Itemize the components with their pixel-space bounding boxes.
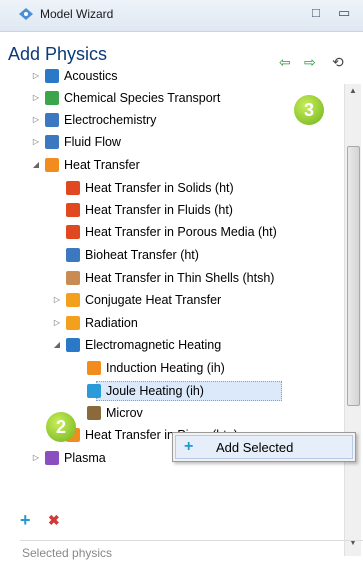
physics-icon <box>66 293 80 307</box>
add-selected-menu-item[interactable]: + Add Selected <box>175 435 353 459</box>
tree-item-label: Heat Transfer in Fluids (ht) <box>85 203 233 217</box>
expander-icon[interactable]: ◢ <box>52 335 62 355</box>
tree-item-3[interactable]: ▷ Fluid Flow <box>0 132 344 152</box>
tree-item-8[interactable]: Bioheat Transfer (ht) <box>0 245 344 265</box>
window-title: Model Wizard <box>40 7 114 21</box>
tree-item-4[interactable]: ◢ Heat Transfer <box>0 155 344 175</box>
tree-item-label: Radiation <box>85 316 138 330</box>
tree-item-11[interactable]: ▷ Radiation <box>0 313 344 333</box>
physics-icon <box>45 135 59 149</box>
tree-item-0[interactable]: ▷ Acoustics <box>0 66 344 86</box>
add-physics-icon[interactable]: + <box>20 510 31 531</box>
expander-icon[interactable]: ◢ <box>31 155 41 175</box>
tree-item-label: Electrochemistry <box>64 113 157 127</box>
tree-item-label: Induction Heating (ih) <box>106 361 225 375</box>
model-wizard-icon <box>19 8 33 20</box>
remove-physics-icon[interactable]: ✖ <box>48 512 60 529</box>
physics-icon <box>45 158 59 172</box>
tree-item-14[interactable]: Joule Heating (ih) <box>0 381 344 401</box>
title-bar: Model Wizard □ ▭ <box>0 0 363 32</box>
physics-icon <box>45 69 59 83</box>
tree-item-label: Chemical Species Transport <box>64 91 221 105</box>
expander-icon[interactable]: ▷ <box>52 290 62 310</box>
minimize-button[interactable]: ▭ <box>338 5 350 21</box>
tree-item-1[interactable]: ▷ Chemical Species Transport <box>0 88 344 108</box>
physics-icon <box>66 316 80 330</box>
step-badge-2: 2 <box>46 412 76 442</box>
expander-icon[interactable]: ▷ <box>31 88 41 108</box>
expander-icon[interactable]: ▷ <box>31 66 41 86</box>
physics-icon <box>45 113 59 127</box>
tree-item-label: Joule Heating (ih) <box>106 384 204 398</box>
physics-icon <box>66 181 80 195</box>
physics-icon <box>66 225 80 239</box>
tree-item-label: Heat Transfer in Porous Media (ht) <box>85 225 277 239</box>
scroll-up-icon[interactable]: ▲ <box>349 86 357 95</box>
tree-item-label: Heat Transfer <box>64 158 140 172</box>
tree-item-label: Heat Transfer in Thin Shells (htsh) <box>85 271 275 285</box>
physics-icon <box>87 406 101 420</box>
tree-item-label: Bioheat Transfer (ht) <box>85 248 199 262</box>
selected-physics-label: Selected physics <box>22 546 113 560</box>
physics-icon <box>45 91 59 105</box>
expander-icon[interactable]: ▷ <box>52 313 62 333</box>
tree-item-10[interactable]: ▷ Conjugate Heat Transfer <box>0 290 344 310</box>
tree-item-2[interactable]: ▷ Electrochemistry <box>0 110 344 130</box>
context-menu: + Add Selected <box>172 432 356 462</box>
tree-item-label: Electromagnetic Heating <box>85 338 222 352</box>
expander-icon[interactable]: ▷ <box>31 132 41 152</box>
physics-icon <box>66 248 80 262</box>
tree-item-5[interactable]: Heat Transfer in Solids (ht) <box>0 178 344 198</box>
step-badge-3: 3 <box>294 95 324 125</box>
restore-button[interactable]: □ <box>312 5 320 20</box>
add-icon: + <box>184 438 194 455</box>
tree-item-label: Microv <box>106 406 143 420</box>
tree-item-7[interactable]: Heat Transfer in Porous Media (ht) <box>0 222 344 242</box>
tree-item-12[interactable]: ◢ Electromagnetic Heating <box>0 335 344 355</box>
divider <box>20 540 363 541</box>
tree-item-label: Heat Transfer in Solids (ht) <box>85 181 234 195</box>
expander-icon[interactable]: ▷ <box>31 110 41 130</box>
physics-icon <box>66 271 80 285</box>
tree-item-13[interactable]: Induction Heating (ih) <box>0 358 344 378</box>
tree-item-label: Acoustics <box>64 69 118 83</box>
physics-icon <box>45 451 59 465</box>
add-selected-label: Add Selected <box>216 440 294 455</box>
tree-item-label: Fluid Flow <box>64 135 121 149</box>
expander-icon[interactable]: ▷ <box>31 448 41 468</box>
tree-item-label: Plasma <box>64 451 106 465</box>
tree-item-6[interactable]: Heat Transfer in Fluids (ht) <box>0 200 344 220</box>
physics-icon <box>87 384 101 398</box>
physics-icon <box>66 338 80 352</box>
physics-icon <box>87 361 101 375</box>
scroll-thumb[interactable] <box>347 146 360 406</box>
scrollbar[interactable]: ▲ ▼ <box>344 84 361 556</box>
tree-item-9[interactable]: Heat Transfer in Thin Shells (htsh) <box>0 268 344 288</box>
tree-item-label: Conjugate Heat Transfer <box>85 293 222 307</box>
panel-title: Add Physics <box>8 44 108 64</box>
physics-icon <box>66 203 80 217</box>
